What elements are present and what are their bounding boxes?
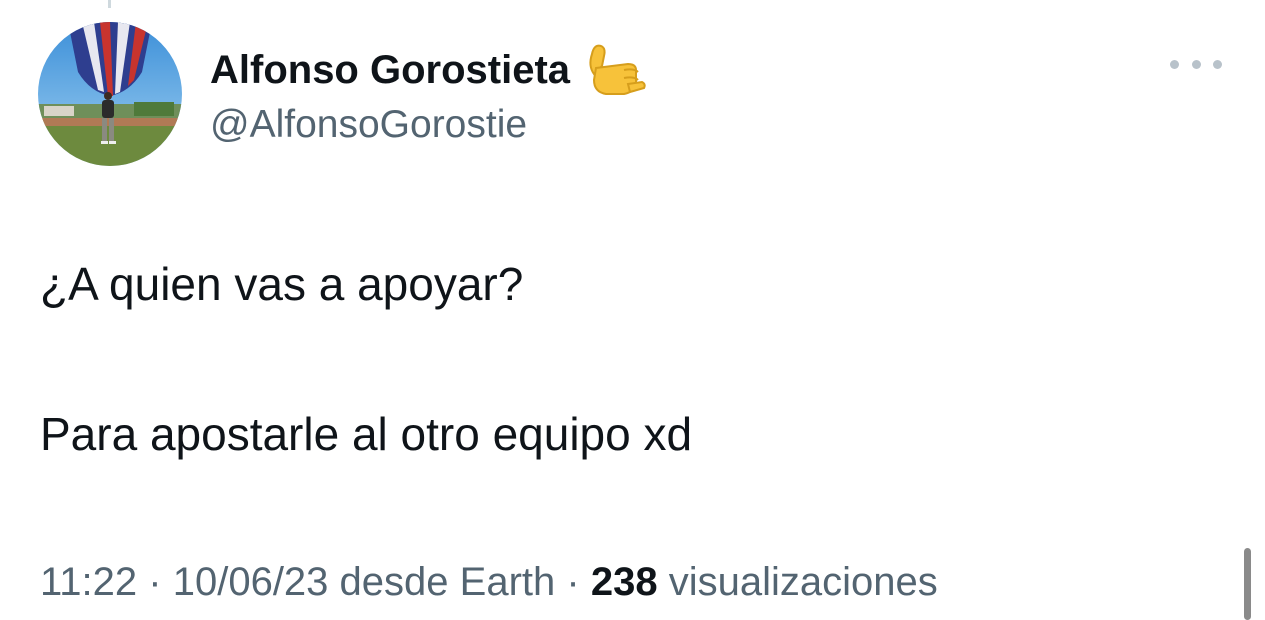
meta-separator: ·: [148, 560, 162, 604]
scrollbar[interactable]: [1244, 548, 1251, 620]
more-dot-icon: [1213, 59, 1222, 69]
tweet-text-line: Para apostarle al otro equipo xd: [40, 408, 693, 460]
avatar[interactable]: [38, 22, 182, 166]
call-me-hand-icon: [584, 40, 646, 100]
more-dot-icon: [1170, 59, 1179, 69]
tweet-text-line: ¿A quien vas a apoyar?: [40, 258, 524, 310]
tweet-date[interactable]: 10/06/23: [173, 560, 329, 604]
avatar-photo-icon: [38, 22, 182, 166]
views-label: visualizaciones: [668, 560, 938, 604]
more-options-button[interactable]: [1170, 50, 1222, 78]
tweet-metadata: 11:22 · 10/06/23 desde Earth · 238 visua…: [40, 556, 938, 608]
author-display-name[interactable]: Alfonso Gorostieta: [210, 40, 646, 100]
author-display-name-text: Alfonso Gorostieta: [210, 48, 571, 92]
meta-separator: ·: [566, 560, 580, 604]
tweet-source: desde Earth: [339, 560, 556, 604]
more-dot-icon: [1191, 59, 1201, 69]
tweet-time[interactable]: 11:22: [40, 560, 137, 604]
thread-connector-line: [108, 0, 111, 8]
views-count: 238: [590, 560, 658, 604]
author-handle[interactable]: @AlfonsoGorostie: [210, 100, 527, 150]
